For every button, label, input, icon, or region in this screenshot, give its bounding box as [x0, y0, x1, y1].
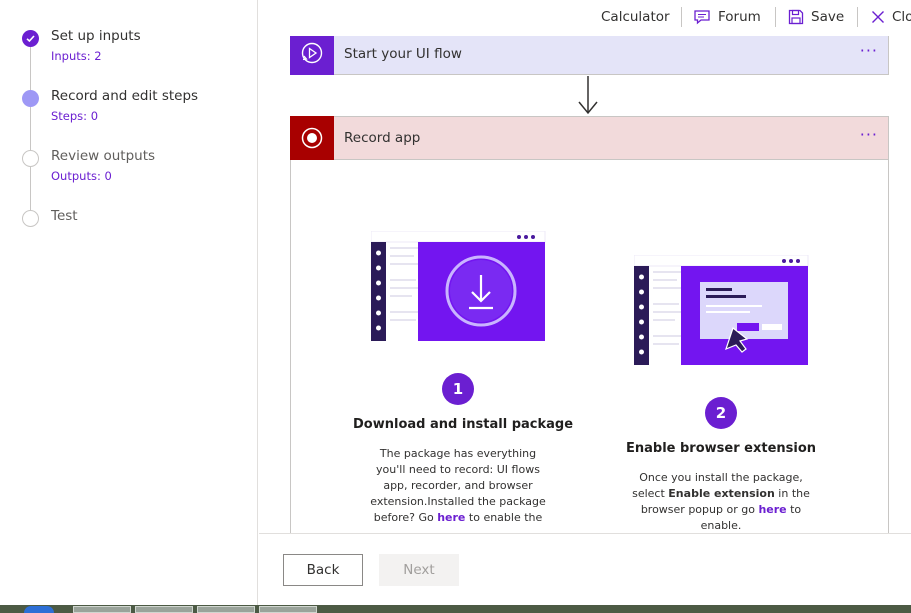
step-subtitle: Steps: 0: [51, 109, 99, 123]
step-subtitle: Outputs: 0: [51, 169, 112, 183]
command-bar: Calculator Forum Save Clo: [259, 0, 911, 36]
download-package-illustration: [371, 231, 546, 341]
close-icon: [871, 10, 885, 24]
step-description: The package has everything you'll need t…: [370, 447, 546, 524]
step-connector: [30, 106, 31, 152]
start-button[interactable]: [24, 606, 54, 613]
enable-here-link[interactable]: here: [437, 511, 465, 524]
pending-step-indicator: [22, 210, 39, 227]
taskbar-item[interactable]: [259, 606, 317, 613]
step-number-badge: 2: [705, 397, 737, 429]
step-heading: Download and install package: [353, 417, 574, 432]
app-name: Calculator: [601, 9, 670, 25]
step-subtitle: Inputs: 2: [51, 49, 102, 63]
step-title: Set up inputs: [51, 28, 141, 44]
flow-canvas: Start your UI flow ··· Record app ··· 1 …: [259, 36, 911, 533]
connector-arrow: [578, 76, 598, 115]
start-ui-flow-card[interactable]: Start your UI flow ···: [290, 36, 889, 75]
os-taskbar: [0, 605, 911, 613]
record-app-card[interactable]: Record app ···: [290, 115, 889, 160]
forum-label: Forum: [718, 9, 761, 25]
more-options-icon[interactable]: ···: [860, 125, 878, 144]
back-button[interactable]: Back: [283, 554, 363, 586]
close-label: Clo: [892, 9, 911, 25]
card-title: Start your UI flow: [344, 45, 462, 62]
divider: [857, 7, 858, 27]
taskbar-item[interactable]: [73, 606, 131, 613]
divider: [775, 7, 776, 27]
record-app-body: 1 Download and install package The packa…: [290, 160, 889, 533]
step-title: Review outputs: [51, 148, 156, 164]
wizard-footer: Back Next: [259, 533, 911, 605]
record-icon: [290, 115, 334, 160]
step-download-package: 1 Download and install package The packa…: [353, 373, 574, 526]
divider: [681, 7, 682, 27]
close-button[interactable]: Clo: [871, 0, 911, 34]
step-connector: [30, 166, 31, 212]
enable-here-link[interactable]: here: [758, 503, 786, 516]
step-sidebar: Set up inputs Inputs: 2 Record and edit …: [0, 0, 258, 605]
next-button[interactable]: Next: [379, 554, 459, 586]
current-step-indicator: [22, 90, 39, 107]
step-enable-extension: 2 Enable browser extension Once you inst…: [613, 397, 829, 533]
checkmark-icon: [22, 30, 39, 47]
more-options-icon[interactable]: ···: [860, 41, 878, 60]
chat-icon: [693, 9, 711, 25]
save-label: Save: [811, 9, 845, 25]
browser-extension-illustration: [634, 255, 809, 365]
taskbar-item[interactable]: [135, 606, 193, 613]
taskbar-item[interactable]: [197, 606, 255, 613]
step-number-badge: 1: [442, 373, 474, 405]
step-heading: Enable browser extension: [625, 441, 817, 456]
forum-button[interactable]: Forum: [693, 0, 761, 34]
step-title: Record and edit steps: [51, 88, 199, 104]
save-icon: [788, 9, 804, 25]
step-title: Test: [51, 208, 78, 224]
card-title: Record app: [344, 130, 421, 146]
step-connector: [30, 46, 31, 92]
save-button[interactable]: Save: [788, 0, 844, 34]
pending-step-indicator: [22, 150, 39, 167]
ui-flow-icon: [290, 36, 334, 75]
step-description: Once you install the package, select Ena…: [632, 471, 810, 532]
